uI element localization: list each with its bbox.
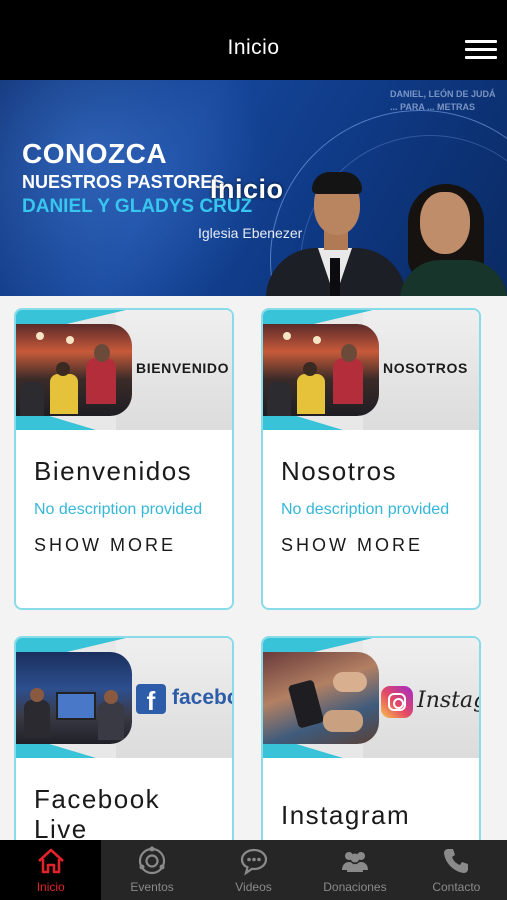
tab-label: Contacto (432, 880, 481, 894)
card-title: Bienvenidos (34, 456, 193, 486)
people-icon (341, 852, 368, 872)
events-icon (139, 846, 166, 875)
card-description: No description provided (34, 501, 203, 518)
pastor-man-hair (312, 172, 362, 194)
chat-bubble-icon (240, 848, 267, 876)
card-nosotros[interactable]: NOSOTROS Nosotros No description provide… (261, 308, 481, 610)
banner-overlay-title: Inicio (210, 174, 284, 204)
banner-subheading: NUESTROS PASTORES (22, 172, 225, 192)
show-more-button[interactable]: SHOW MORE (34, 535, 214, 556)
card-bienvenidos[interactable]: BIENVENIDO Bienvenidos No description pr… (14, 308, 234, 610)
card-facebook-live[interactable]: f facebo Facebook Live (14, 636, 234, 866)
pastor-man-tie (330, 258, 340, 296)
card-instagram[interactable]: Instagr Instagram (261, 636, 481, 866)
studio-photo (16, 652, 132, 744)
tab-label: Donaciones (323, 880, 387, 894)
facebook-icon: f (136, 684, 166, 716)
tab-label: Videos (235, 880, 272, 894)
instagram-icon (381, 686, 413, 718)
hamburger-menu-icon[interactable] (465, 40, 497, 64)
top-bar: Inicio (0, 0, 507, 80)
card-image-label: facebo (172, 686, 232, 709)
tab-videos[interactable]: Videos (203, 840, 304, 900)
worship-photo (263, 324, 379, 416)
banner-heading: CONOZCA (22, 138, 168, 169)
tab-donaciones[interactable]: Donaciones (304, 840, 405, 900)
phone-icon (444, 849, 469, 873)
card-image: BIENVENIDO (16, 310, 232, 430)
banner-church-name: Iglesia Ebenezer (198, 225, 303, 241)
card-title: Nosotros (281, 456, 398, 486)
home-icon (37, 848, 64, 874)
card-image-label: BIENVENIDO (136, 360, 230, 376)
card-image: f facebo (16, 638, 232, 758)
app-screen: Inicio DANIEL, LEÓN DE JUDÁ ... PARA ...… (0, 0, 507, 900)
card-description: No description provided (281, 501, 450, 518)
tab-label: Inicio (36, 880, 65, 894)
pastors-banner[interactable]: DANIEL, LEÓN DE JUDÁ ... PARA ... METRAS… (0, 80, 507, 296)
pastor-woman-head (420, 192, 470, 254)
card-image: NOSOTROS (263, 310, 479, 430)
banner-background-text: DANIEL, LEÓN DE JUDÁ ... PARA ... METRAS (390, 89, 496, 112)
show-more-button[interactable]: SHOW MORE (281, 535, 461, 556)
card-image-label: NOSOTROS (383, 360, 468, 376)
tab-label: Eventos (130, 880, 174, 894)
card-image-label: Instagr (417, 688, 479, 713)
bottom-tab-bar: Inicio Eventos Videos Donaciones Contact… (0, 840, 507, 900)
card-title: Instagram (281, 800, 411, 830)
phone-photo (263, 652, 379, 744)
worship-photo (16, 324, 132, 416)
tab-contacto[interactable]: Contacto (406, 840, 507, 900)
page-title: Inicio (227, 36, 280, 59)
tab-inicio[interactable]: Inicio (0, 840, 102, 900)
tab-eventos[interactable]: Eventos (101, 840, 202, 900)
card-image: Instagr (263, 638, 479, 758)
card-title: Facebook Live (34, 784, 161, 844)
